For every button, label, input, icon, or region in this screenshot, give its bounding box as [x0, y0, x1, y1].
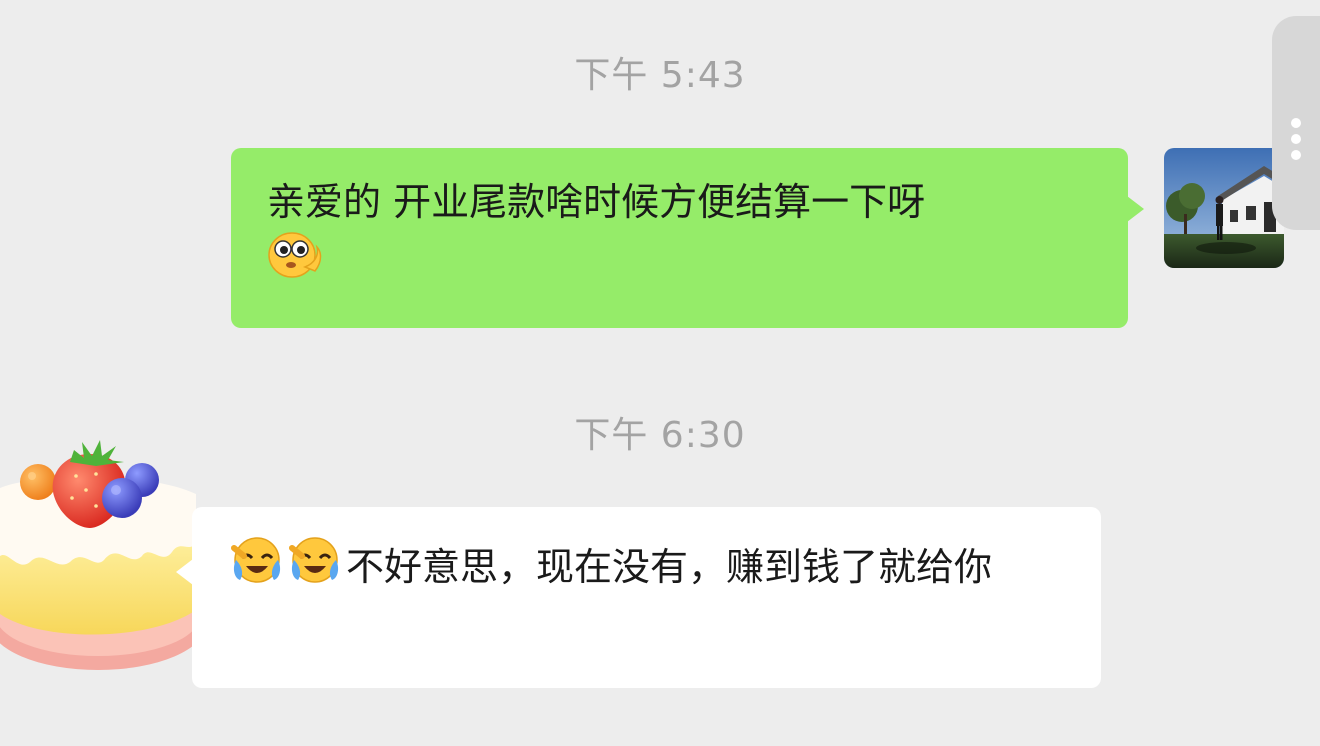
message-text: 不好意思，现在没有，赚到钱了就给你	[346, 545, 993, 589]
more-dots-icon	[1291, 134, 1301, 144]
house-photo-icon	[1164, 148, 1284, 268]
floating-window-handle[interactable]	[1272, 16, 1320, 230]
contact-avatar[interactable]	[0, 424, 210, 674]
message-timestamp: 下午 5:43	[574, 55, 746, 96]
crying-laughing-emoji-icon	[288, 534, 342, 599]
more-dots-icon	[1291, 150, 1301, 160]
peeking-eyes-emoji-icon	[267, 227, 325, 294]
message-text: 亲爱的 开业尾款啥时候方便结算一下呀	[267, 180, 926, 224]
bubble-tail	[176, 559, 193, 585]
more-dots-icon	[1291, 118, 1301, 128]
crying-laughing-emoji-icon	[230, 534, 284, 599]
outgoing-message-bubble[interactable]: 亲爱的 开业尾款啥时候方便结算一下呀	[231, 148, 1144, 328]
bubble-tail	[1127, 196, 1144, 222]
my-avatar[interactable]	[1164, 148, 1284, 268]
strawberry-cake-icon	[0, 440, 206, 670]
incoming-message-bubble[interactable]: 不好意思，现在没有，赚到钱了就给你	[176, 507, 1101, 688]
